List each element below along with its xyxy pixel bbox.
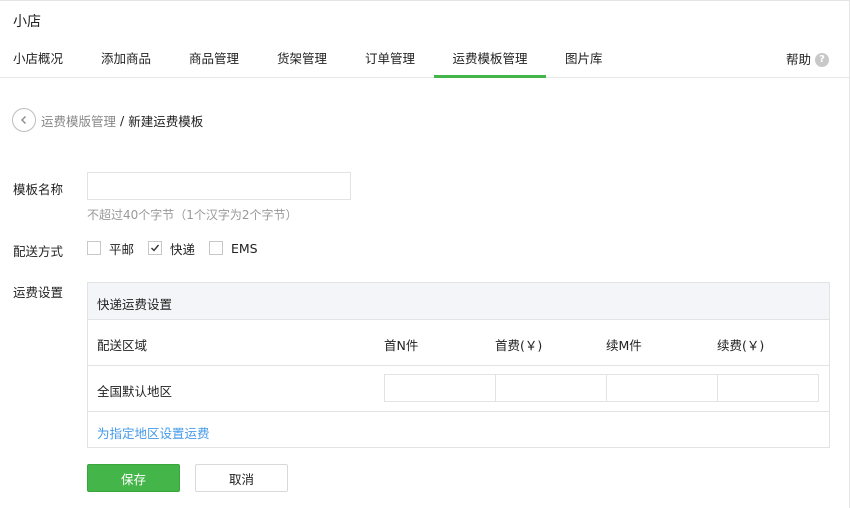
express-fee-settings-panel: 快递运费设置 配送区域 首N件 首费(￥) 续M件 续费(￥) 全国默认地区 为… [87, 282, 830, 448]
column-header-first-n-items: 首N件 [384, 338, 419, 353]
column-header-additional-m-items: 续M件 [606, 338, 642, 353]
back-button[interactable] [12, 108, 36, 132]
tab-add-product[interactable]: 添加商品 [101, 42, 151, 78]
additional-fee-input[interactable] [717, 374, 819, 402]
tab-shelf-management[interactable]: 货架管理 [277, 42, 327, 78]
fee-settings-label: 运费设置 [13, 285, 64, 300]
save-button[interactable]: 保存 [87, 464, 180, 492]
app-title: 小店 [13, 14, 41, 30]
breadcrumb-parent-link[interactable]: 运费模版管理 [41, 111, 116, 130]
main-nav: 小店概况 添加商品 商品管理 货架管理 订单管理 运费模板管理 图片库 帮助 ? [0, 42, 849, 78]
fee-panel-header: 快递运费设置 [88, 283, 829, 320]
tab-image-library[interactable]: 图片库 [565, 42, 603, 78]
tab-shop-overview[interactable]: 小店概况 [13, 42, 63, 78]
column-header-region: 配送区域 [97, 338, 148, 353]
set-region-fee-link[interactable]: 为指定地区设置运费 [97, 423, 210, 442]
help-button[interactable]: 帮助 ? [786, 42, 829, 78]
fee-table-header-row: 配送区域 首N件 首费(￥) 续M件 续费(￥) [88, 320, 829, 366]
ems-checkbox[interactable] [209, 241, 223, 255]
first-fee-input[interactable] [495, 374, 607, 402]
additional-m-items-input[interactable] [606, 374, 718, 402]
top-border [0, 0, 850, 1]
tab-order-management[interactable]: 订单管理 [365, 42, 415, 78]
table-row: 全国默认地区 [88, 366, 829, 412]
column-header-first-fee: 首费(￥) [495, 338, 543, 353]
template-name-label: 模板名称 [13, 182, 64, 197]
delivery-option-surface-mail[interactable]: 平邮 [87, 240, 135, 257]
express-checkbox[interactable] [148, 241, 162, 255]
breadcrumb: 运费模版管理 / 新建运费模板 [12, 108, 203, 132]
delivery-method-label: 配送方式 [13, 244, 64, 259]
template-name-input[interactable] [87, 172, 351, 200]
breadcrumb-current: 新建运费模板 [128, 113, 204, 129]
template-name-hint: 不超过40个字节（1个汉字为2个字节） [87, 208, 298, 222]
cancel-button[interactable]: 取消 [195, 464, 288, 492]
ems-label: EMS [231, 240, 258, 256]
column-header-additional-fee: 续费(￥) [717, 338, 765, 353]
help-label: 帮助 [785, 52, 811, 67]
breadcrumb-separator: / [120, 112, 125, 128]
tab-product-management[interactable]: 商品管理 [189, 42, 239, 78]
surface-mail-checkbox[interactable] [87, 241, 101, 255]
chevron-left-circle-icon [21, 116, 26, 124]
express-label: 快递 [170, 241, 196, 257]
region-name: 全国默认地区 [97, 384, 173, 399]
tab-shipping-template-management[interactable]: 运费模板管理 [434, 42, 546, 78]
first-n-items-input[interactable] [384, 374, 496, 402]
fee-panel-title: 快递运费设置 [97, 297, 173, 312]
delivery-option-ems[interactable]: EMS [209, 240, 258, 256]
delivery-option-express[interactable]: 快递 [148, 240, 196, 257]
question-circle-icon: ? [815, 53, 829, 67]
checkmark-icon [151, 244, 160, 252]
surface-mail-label: 平邮 [109, 241, 135, 257]
